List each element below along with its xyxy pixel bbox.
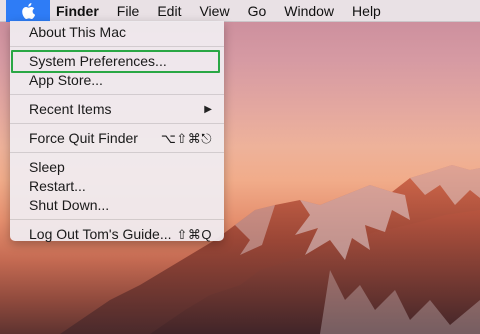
menu-item-label: Shut Down... [29,197,110,213]
menu-edit[interactable]: Edit [148,0,190,22]
menu-item-label: Restart... [29,178,86,194]
menu-go[interactable]: Go [239,0,276,22]
menu-app-finder[interactable]: Finder [50,0,108,22]
menu-separator [10,152,224,153]
apple-menu-dropdown: About This Mac System Preferences... App… [10,21,224,244]
menu-item-label: About This Mac [29,24,127,40]
menu-item-app-store[interactable]: App Store... [10,71,224,90]
menu-item-shortcut: ⌥⇧⌘⎋ [160,131,212,146]
menu-item-label: App Store... [29,72,103,88]
menu-separator [10,219,224,220]
desktop: Finder File Edit View Go Window Help Abo… [0,0,480,334]
menu-item-label: Sleep [29,159,65,175]
apple-menu-button[interactable] [6,0,50,22]
menu-file[interactable]: File [108,0,149,22]
menu-item-force-quit[interactable]: Force Quit Finder ⌥⇧⌘⎋ [10,129,224,148]
menu-item-log-out[interactable]: Log Out Tom's Guide... ⇧⌘Q [10,225,224,244]
apple-logo-icon [21,2,35,19]
menu-item-shut-down[interactable]: Shut Down... [10,196,224,215]
menu-separator [10,46,224,47]
menu-item-system-preferences[interactable]: System Preferences... [10,50,224,73]
menu-item-restart[interactable]: Restart... [10,177,224,196]
menu-item-label: System Preferences... [29,53,167,69]
menu-view[interactable]: View [190,0,238,22]
menu-item-label: Force Quit Finder [29,130,138,146]
menu-item-label: Log Out Tom's Guide... [29,226,172,242]
menu-item-recent-items[interactable]: Recent Items ▶ [10,100,224,119]
submenu-arrow-icon: ▶ [204,104,212,115]
menu-help[interactable]: Help [343,0,390,22]
menu-item-label: Recent Items [29,101,112,117]
menu-bar: Finder File Edit View Go Window Help [0,0,480,22]
menu-separator [10,94,224,95]
menu-item-sleep[interactable]: Sleep [10,158,224,177]
menu-item-shortcut: ⇧⌘Q [176,227,212,242]
menu-window[interactable]: Window [275,0,343,22]
menu-separator [10,123,224,124]
menu-item-about-this-mac[interactable]: About This Mac [10,23,224,42]
